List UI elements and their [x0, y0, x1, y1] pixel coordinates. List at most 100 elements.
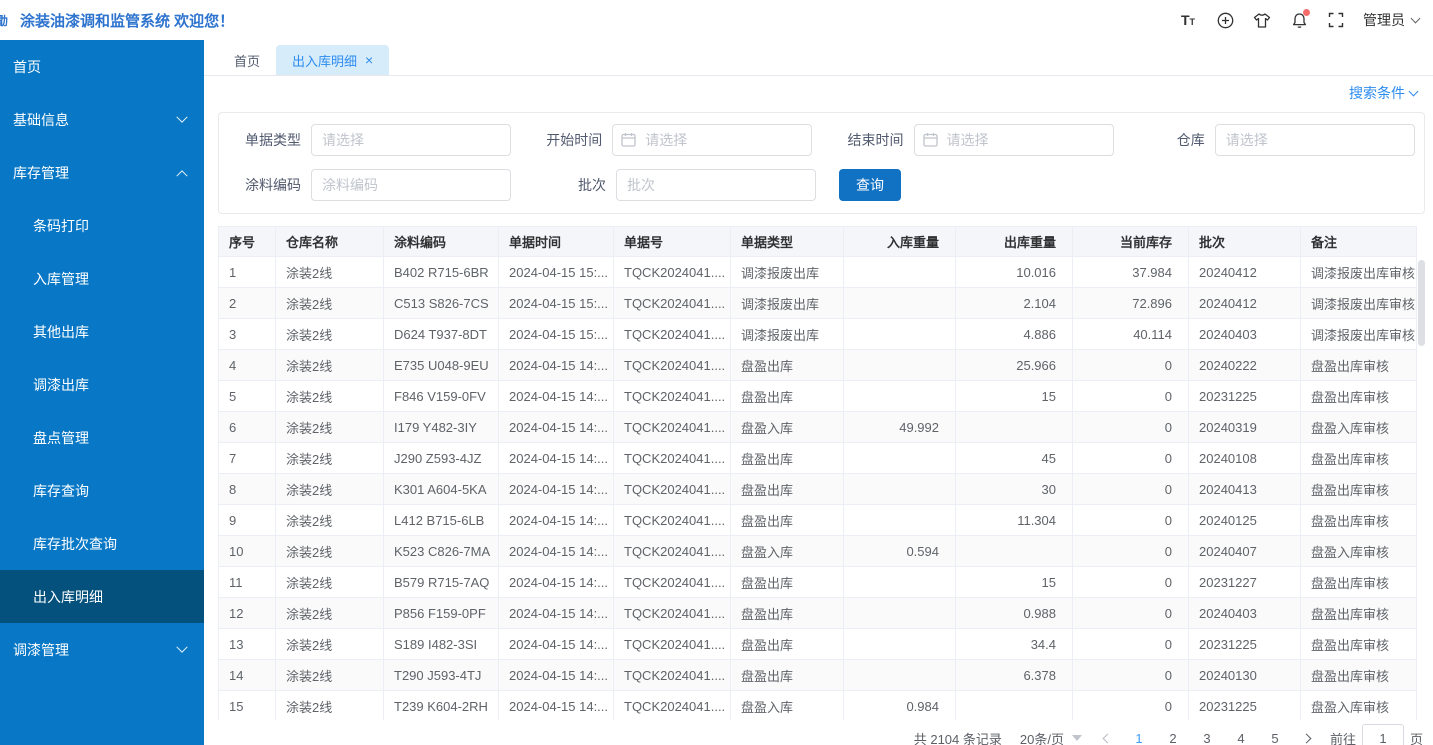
query-button[interactable]: 查询 [839, 169, 901, 201]
table-row[interactable]: 1涂装2线B402 R715-6BR2024-04-15 15:...TQCK2… [219, 257, 1417, 288]
page-number-4[interactable]: 4 [1227, 731, 1255, 745]
table-row[interactable]: 2涂装2线C513 S826-7CS2024-04-15 15:...TQCK2… [219, 288, 1417, 319]
next-page-icon[interactable] [1302, 733, 1312, 743]
table-row[interactable]: 7涂装2线J290 Z593-4JZ2024-04-15 14:...TQCK2… [219, 443, 1417, 474]
table-cell: 20240125 [1189, 505, 1301, 536]
theme-shirt-icon[interactable] [1253, 11, 1271, 29]
column-header: 当前库存 [1073, 227, 1189, 257]
warehouse-input[interactable] [1215, 124, 1415, 156]
sidebar-item-other-outbound[interactable]: 其他出库 [0, 305, 204, 358]
sidebar-item-barcode-print[interactable]: 条码打印 [0, 199, 204, 252]
goto-page-input[interactable] [1362, 724, 1404, 745]
table-row[interactable]: 3涂装2线D624 T937-8DT2024-04-15 15:...TQCK2… [219, 319, 1417, 350]
sidebar-item-home[interactable]: 首页 [0, 40, 204, 93]
table-cell: TQCK2024041.... [614, 567, 731, 598]
table-cell: 0 [1073, 598, 1189, 629]
tab-home[interactable]: 首页 [218, 45, 276, 75]
table-cell: 20231227 [1189, 567, 1301, 598]
sidebar-item-inventory-mgmt[interactable]: 库存管理 [0, 146, 204, 199]
page-size-label: 20条/页 [1020, 729, 1064, 745]
table-row[interactable]: 11涂装2线B579 R715-7AQ2024-04-15 14:...TQCK… [219, 567, 1417, 598]
table-cell: 72.896 [1073, 288, 1189, 319]
table-cell: 2024-04-15 14:... [499, 660, 614, 691]
table-row[interactable]: 5涂装2线F846 V159-0FV2024-04-15 14:...TQCK2… [219, 381, 1417, 412]
table-cell: 2024-04-15 14:... [499, 350, 614, 381]
table-row[interactable]: 10涂装2线K523 C826-7MA2024-04-15 14:...TQCK… [219, 536, 1417, 567]
page-number-1[interactable]: 1 [1125, 731, 1153, 745]
table-cell: 3 [219, 319, 276, 350]
table-cell: 11.304 [956, 505, 1073, 536]
circle-plus-icon[interactable] [1216, 11, 1234, 29]
table-cell: 8 [219, 474, 276, 505]
column-header: 单据时间 [499, 227, 614, 257]
table-cell: 涂装2线 [276, 288, 384, 319]
table-row[interactable]: 12涂装2线P856 F159-0PF2024-04-15 14:...TQCK… [219, 598, 1417, 629]
paint-code-input[interactable] [311, 169, 511, 201]
sidebar-item-inbound-mgmt[interactable]: 入库管理 [0, 252, 204, 305]
table-cell: 20240412 [1189, 257, 1301, 288]
notification-bell-icon[interactable] [1290, 11, 1308, 29]
page-number-5[interactable]: 5 [1261, 731, 1289, 745]
sidebar-item-paint-outbound[interactable]: 调漆出库 [0, 358, 204, 411]
sidebar-item-basic-info[interactable]: 基础信息 [0, 93, 204, 146]
table-cell: 20240403 [1189, 598, 1301, 629]
field-label: 结束时间 [822, 130, 914, 150]
table-row[interactable]: 8涂装2线K301 A604-5KA2024-04-15 14:...TQCK2… [219, 474, 1417, 505]
sidebar-item-stocktake-mgmt[interactable]: 盘点管理 [0, 411, 204, 464]
table-cell: S189 I482-3SI [384, 629, 499, 660]
font-size-icon[interactable]: TT [1179, 11, 1197, 29]
table-row[interactable]: 9涂装2线L412 B715-6LB2024-04-15 14:...TQCK2… [219, 505, 1417, 536]
table-cell [844, 288, 956, 319]
tab-inout-detail[interactable]: 出入库明细 × [276, 45, 389, 75]
table-cell: 0 [1073, 412, 1189, 443]
vertical-scrollbar[interactable] [1418, 260, 1425, 346]
sidebar-item-batch-query[interactable]: 库存批次查询 [0, 517, 204, 570]
table-cell: L412 B715-6LB [384, 505, 499, 536]
table-row[interactable]: 6涂装2线I179 Y482-3IY2024-04-15 14:...TQCK2… [219, 412, 1417, 443]
sidebar-item-inventory-query[interactable]: 库存查询 [0, 464, 204, 517]
table-row[interactable]: 15涂装2线T239 K604-2RH2024-04-15 14:...TQCK… [219, 691, 1417, 721]
table-cell: 2024-04-15 14:... [499, 412, 614, 443]
sidebar-item-inout-detail[interactable]: 出入库明细 [0, 570, 204, 623]
page-number-2[interactable]: 2 [1159, 731, 1187, 745]
search-conditions-toggle[interactable]: 搜索条件 [1349, 83, 1417, 103]
table-cell: 涂装2线 [276, 505, 384, 536]
table-row[interactable]: 4涂装2线E735 U048-9EU2024-04-15 14:...TQCK2… [219, 350, 1417, 381]
page-size-select[interactable]: 20条/页 [1020, 729, 1082, 745]
field-label: 涂料编码 [219, 175, 311, 195]
page-number-3[interactable]: 3 [1193, 731, 1221, 745]
doc-type-input[interactable] [311, 124, 511, 156]
table-row[interactable]: 13涂装2线S189 I482-3SI2024-04-15 14:...TQCK… [219, 629, 1417, 660]
search-row-2: 涂料编码 批次 查询 [219, 169, 1424, 201]
table-cell: 6.378 [956, 660, 1073, 691]
table-row[interactable]: 14涂装2线T290 J593-4TJ2024-04-15 14:...TQCK… [219, 660, 1417, 691]
calendar-icon [621, 132, 636, 147]
table-cell: 20231225 [1189, 629, 1301, 660]
sidebar-item-blending-mgmt[interactable]: 调漆管理 [0, 623, 204, 676]
table-cell: 14 [219, 660, 276, 691]
end-time-input[interactable] [914, 124, 1114, 156]
table-cell: 45 [956, 443, 1073, 474]
field-label: 单据类型 [219, 130, 311, 150]
field-start-time: 开始时间 [520, 124, 821, 156]
prev-page-icon[interactable] [1103, 733, 1113, 743]
search-panel: 单据类型 开始时间 结束时间 [218, 112, 1425, 214]
table-cell: 10.016 [956, 257, 1073, 288]
table-cell: 2024-04-15 15:... [499, 319, 614, 350]
table-cell: 2 [219, 288, 276, 319]
start-time-picker [612, 124, 812, 156]
table-cell: 盘盈出库 [731, 350, 844, 381]
start-time-input[interactable] [612, 124, 812, 156]
batch-input[interactable] [616, 169, 816, 201]
fullscreen-icon[interactable] [1327, 11, 1345, 29]
app-title: 涂装油漆调和监管系统 欢迎您！ [20, 10, 234, 31]
column-header: 序号 [219, 227, 276, 257]
table-cell: P856 F159-0PF [384, 598, 499, 629]
user-menu[interactable]: 管理员 [1363, 10, 1419, 30]
column-header: 备注 [1301, 227, 1417, 257]
table-cell: 0 [1073, 443, 1189, 474]
close-icon[interactable]: × [365, 53, 373, 67]
table-cell: 9 [219, 505, 276, 536]
table-cell: 2024-04-15 14:... [499, 474, 614, 505]
table-cell: 调漆报废出库审核 [1301, 257, 1417, 288]
